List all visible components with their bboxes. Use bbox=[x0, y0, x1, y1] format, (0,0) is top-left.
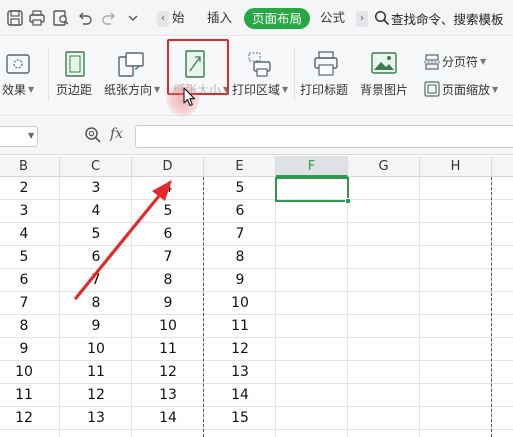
selected-cell[interactable] bbox=[275, 177, 349, 202]
table-cell[interactable]: 3 bbox=[0, 200, 60, 223]
page-zoom-icon[interactable] bbox=[424, 81, 440, 97]
formula-bar: ▼ fx bbox=[0, 117, 513, 155]
page-orientation-button[interactable]: 纸张方向 ▼ bbox=[104, 83, 160, 97]
table-cell[interactable]: 9 bbox=[60, 315, 132, 338]
column-header-c[interactable]: C bbox=[60, 156, 132, 177]
table-cell[interactable]: 5 bbox=[204, 177, 276, 200]
column-header-g[interactable]: G bbox=[348, 156, 420, 177]
table-cell[interactable]: 4 bbox=[60, 200, 132, 223]
table-cell[interactable]: 10 bbox=[0, 361, 60, 384]
tabs-scroll-right-button[interactable]: › bbox=[356, 11, 368, 27]
table-cell[interactable]: 4 bbox=[0, 223, 60, 246]
tabs-scroll-left-button[interactable]: ‹ bbox=[157, 11, 169, 27]
column-gridline bbox=[347, 177, 348, 437]
table-cell[interactable]: 7 bbox=[132, 246, 204, 269]
ribbon-separator bbox=[294, 47, 295, 101]
fill-handle[interactable] bbox=[345, 198, 351, 204]
print-area-button[interactable]: 打印区域 ▼ bbox=[232, 83, 288, 97]
table-cell[interactable]: 9 bbox=[0, 338, 60, 361]
page-zoom-button[interactable]: 页面缩放 ▼ bbox=[442, 83, 498, 97]
table-cell[interactable]: 8 bbox=[132, 269, 204, 292]
background-image-icon[interactable] bbox=[371, 52, 397, 74]
sheet-grid[interactable]: 2 3 4 5 3 4 5 6 4 5 6 7 5 6 7 8 6 7 8 9 7 8 9 10 8 9 10 11 9 10 11 12 10… bbox=[0, 177, 513, 437]
table-cell[interactable]: 8 bbox=[0, 315, 60, 338]
table-cell[interactable]: 9 bbox=[132, 292, 204, 315]
ribbon-separator bbox=[48, 47, 49, 101]
column-header-b[interactable]: B bbox=[0, 156, 60, 177]
table-cell[interactable]: 6 bbox=[60, 246, 132, 269]
tab-insert[interactable]: 插入 bbox=[207, 9, 232, 27]
table-cell[interactable]: 13 bbox=[204, 361, 276, 384]
tab-formula[interactable]: 公式 bbox=[320, 9, 345, 27]
table-cell[interactable]: 6 bbox=[0, 269, 60, 292]
tab-page-layout[interactable]: 页面布局 bbox=[244, 8, 310, 29]
formula-input[interactable] bbox=[135, 125, 513, 148]
top-tab-bar: ‹ 始 插入 页面布局 公式 › 查找命令、搜索模板 bbox=[0, 0, 513, 36]
print-area-icon[interactable] bbox=[248, 52, 274, 78]
redo-icon[interactable] bbox=[100, 9, 118, 27]
page-margins-icon[interactable] bbox=[63, 51, 87, 77]
insert-function-button[interactable]: fx bbox=[110, 126, 123, 142]
print-titles-icon[interactable] bbox=[314, 51, 338, 77]
table-cell[interactable]: 11 bbox=[132, 338, 204, 361]
table-cell[interactable]: 12 bbox=[60, 384, 132, 407]
ribbon-page-layout: 效果▼ 页边距 纸张方向▼ 纸张大小▼ 打印区域▼ 打印标题 背景图片 分页符▼… bbox=[0, 37, 513, 116]
table-cell[interactable]: 6 bbox=[132, 223, 204, 246]
page-margins-button[interactable]: 页边距 bbox=[56, 83, 92, 97]
page-break-icon[interactable] bbox=[424, 54, 440, 70]
tab-start[interactable]: 始 bbox=[172, 9, 185, 27]
table-cell[interactable]: 8 bbox=[204, 246, 276, 269]
page-orientation-icon[interactable] bbox=[117, 50, 145, 78]
table-cell[interactable]: 14 bbox=[132, 407, 204, 430]
table-cell[interactable]: 13 bbox=[132, 384, 204, 407]
table-cell[interactable]: 13 bbox=[60, 407, 132, 430]
mouse-cursor-icon bbox=[183, 87, 196, 107]
table-cell[interactable]: 10 bbox=[60, 338, 132, 361]
print-preview-icon[interactable] bbox=[52, 9, 70, 27]
column-header-f[interactable]: F bbox=[276, 156, 348, 177]
column-header-e[interactable]: E bbox=[204, 156, 276, 177]
table-cell[interactable]: 6 bbox=[204, 200, 276, 223]
table-cell[interactable]: 10 bbox=[204, 292, 276, 315]
ribbon-label-effects[interactable]: 效果 ▼ bbox=[2, 83, 34, 97]
table-cell[interactable]: 11 bbox=[60, 361, 132, 384]
zoom-formula-icon[interactable] bbox=[84, 126, 102, 144]
table-cell[interactable]: 8 bbox=[60, 292, 132, 315]
table-cell[interactable]: 5 bbox=[60, 223, 132, 246]
table-cell[interactable]: 10 bbox=[132, 315, 204, 338]
column-header-d[interactable]: D bbox=[132, 156, 204, 177]
print-titles-button[interactable]: 打印标题 bbox=[300, 83, 348, 97]
column-header-h[interactable]: H bbox=[420, 156, 492, 177]
table-cell[interactable]: 14 bbox=[204, 384, 276, 407]
column-headers: B C D E F G H bbox=[0, 156, 513, 177]
page-break-line bbox=[203, 177, 204, 437]
table-cell[interactable]: 12 bbox=[0, 407, 60, 430]
background-image-button[interactable]: 背景图片 bbox=[360, 83, 408, 97]
table-cell[interactable]: 12 bbox=[204, 338, 276, 361]
table-cell[interactable]: 12 bbox=[132, 361, 204, 384]
table-cell[interactable]: 11 bbox=[0, 384, 60, 407]
table-cell[interactable]: 2 bbox=[0, 177, 60, 200]
table-cell[interactable]: 9 bbox=[204, 269, 276, 292]
table-cell[interactable]: 5 bbox=[132, 200, 204, 223]
save-icon[interactable] bbox=[6, 9, 24, 27]
table-cell[interactable]: 7 bbox=[204, 223, 276, 246]
table-cell[interactable]: 15 bbox=[204, 407, 276, 430]
theme-effects-icon[interactable] bbox=[6, 53, 30, 75]
table-cell[interactable]: 3 bbox=[60, 177, 132, 200]
table-cell[interactable]: 11 bbox=[204, 315, 276, 338]
page-break-line bbox=[491, 177, 492, 437]
table-cell[interactable]: 7 bbox=[60, 269, 132, 292]
table-cell[interactable]: 5 bbox=[0, 246, 60, 269]
undo-icon[interactable] bbox=[76, 9, 94, 27]
page-break-button[interactable]: 分页符 ▼ bbox=[442, 55, 486, 69]
customize-toolbar-chevron-icon[interactable] bbox=[124, 9, 142, 27]
table-cell[interactable]: 7 bbox=[0, 292, 60, 315]
chevron-down-icon[interactable]: ▼ bbox=[28, 131, 34, 140]
search-icon[interactable] bbox=[374, 10, 390, 26]
table-cell[interactable]: 4 bbox=[132, 177, 204, 200]
column-gridline bbox=[419, 177, 420, 437]
print-icon[interactable] bbox=[28, 9, 46, 27]
command-search-input[interactable]: 查找命令、搜索模板 bbox=[391, 9, 504, 28]
